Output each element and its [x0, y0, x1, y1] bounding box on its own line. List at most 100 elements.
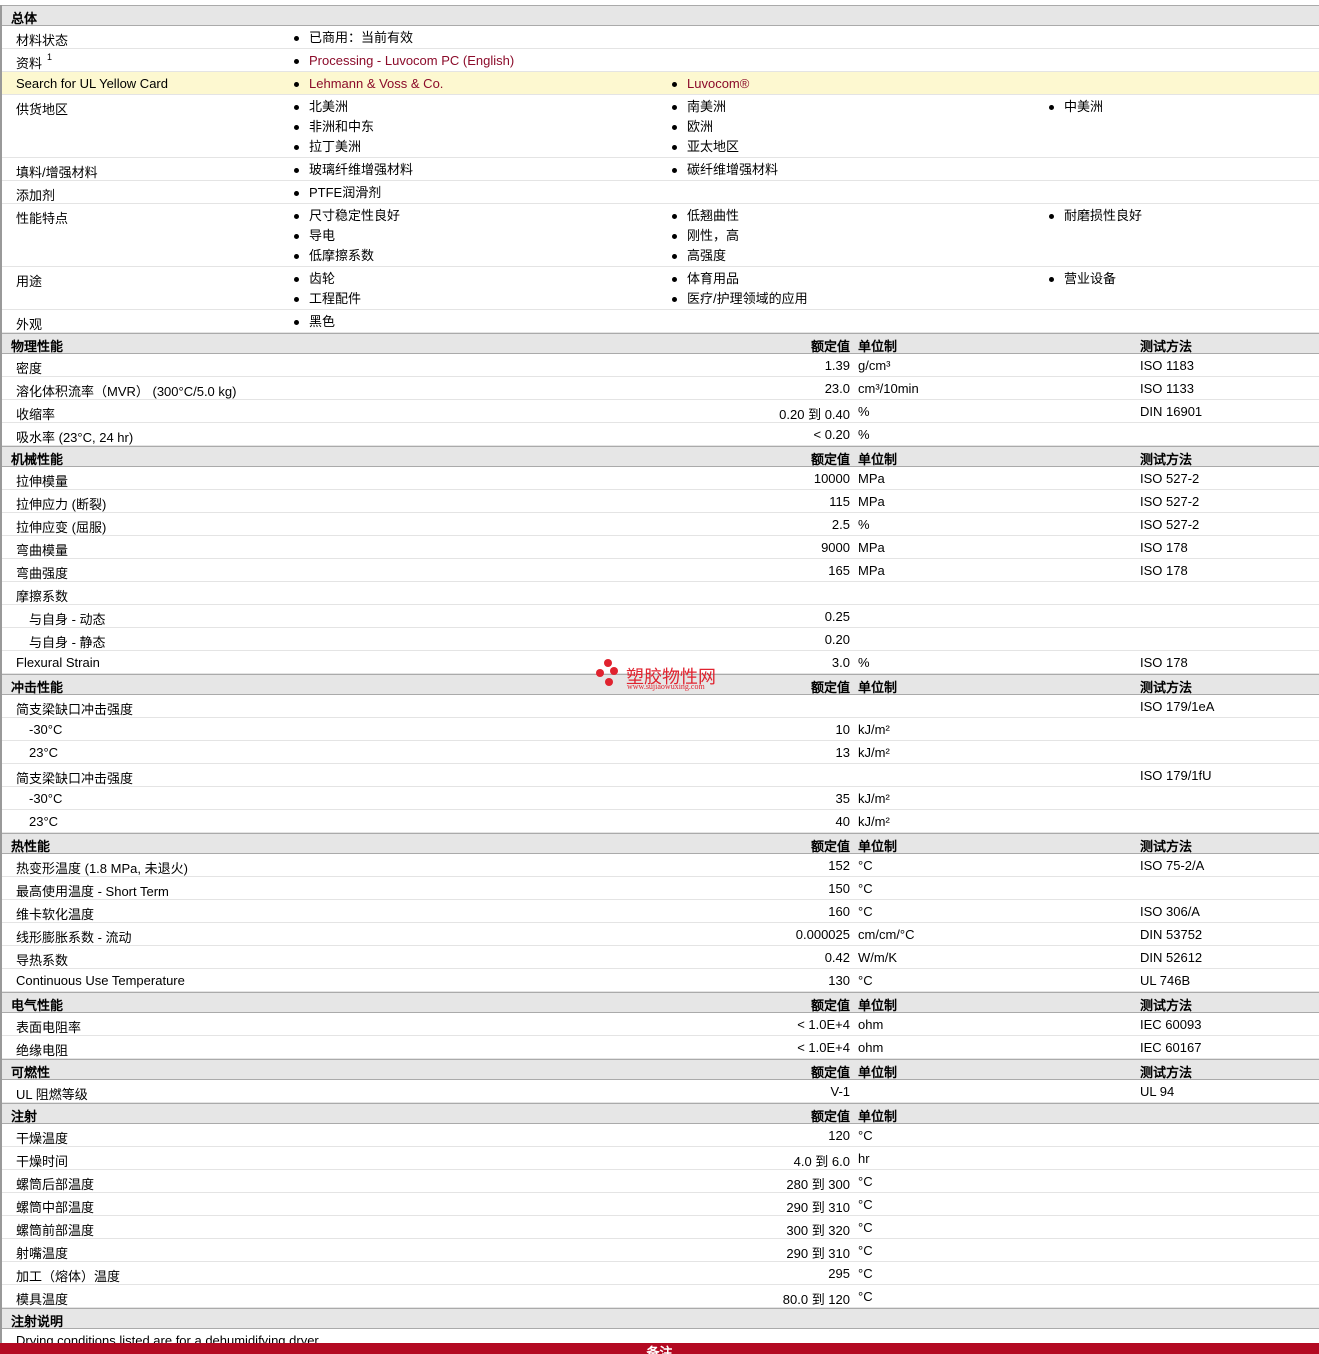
bullet-column: 体育用品 医疗/护理领域的应用 [672, 269, 808, 309]
section-header: 注射 额定值 单位制 [2, 1103, 1319, 1124]
property-value: 160 [828, 904, 850, 919]
property-row: 加工（熔体）温度 295 °C [2, 1262, 1319, 1285]
value-header: 额定值 [810, 839, 850, 854]
property-unit: % [858, 427, 870, 442]
list-item-link[interactable]: Processing - Luvocom PC (English) [294, 51, 514, 71]
property-row: 与自身 - 动态 0.25 [2, 605, 1319, 628]
property-label: 与自身 - 静态 [29, 635, 106, 650]
section-header: 物理性能 额定值 单位制 测试方法 [2, 333, 1319, 354]
property-row: 密度 1.39 g/cm³ ISO 1183 [2, 354, 1319, 377]
property-row: 射嘴温度 290 到 310 °C [2, 1239, 1319, 1262]
list-item-link[interactable]: Luvocom® [672, 74, 749, 94]
list-item: 非洲和中东 [294, 117, 374, 137]
property-row: 干燥时间 4.0 到 6.0 hr [2, 1147, 1319, 1170]
property-value: 115 [829, 494, 850, 509]
list-item: 已商用：当前有效 [294, 28, 413, 48]
property-unit: °C [858, 973, 873, 988]
property-label: 溶化体积流率（MVR） (300°C/5.0 kg) [16, 384, 237, 399]
property-label: 最高使用温度 - Short Term [16, 884, 169, 899]
bullet-column: PTFE润滑剂 [294, 183, 381, 203]
property-value: 280 到 300 [786, 1177, 850, 1192]
property-unit: °C [858, 1128, 873, 1143]
property-label: 密度 [16, 361, 43, 376]
bullet-column: 南美洲 欧洲 亚太地区 [672, 97, 739, 157]
property-unit: % [858, 655, 870, 670]
bullet-column: 碳纤维增强材料 [672, 160, 778, 180]
property-row: 弯曲模量 9000 MPa ISO 178 [2, 536, 1319, 559]
property-row: -30°C 10 kJ/m² [2, 718, 1319, 741]
unit-header: 单位制 [858, 680, 898, 695]
general-row: 性能特点 尺寸稳定性良好 导电 低摩擦系数 低翘曲性 刚性，高 高强度 耐磨损性良好 [2, 204, 1319, 267]
property-value: 0.42 [824, 950, 850, 965]
property-value: 10 [835, 722, 850, 737]
property-label: 线形膨胀系数 - 流动 [16, 930, 132, 945]
property-unit: MPa [858, 563, 885, 578]
property-row: -30°C 35 kJ/m² [2, 787, 1319, 810]
property-value: 150 [828, 881, 850, 896]
property-row: 维卡软化温度 160 °C ISO 306/A [2, 900, 1319, 923]
property-value: < 1.0E+4 [797, 1017, 850, 1032]
general-row: 外观 黑色 [2, 310, 1319, 333]
property-value: 165 [828, 563, 850, 578]
property-row: 拉伸应力 (断裂) 115 MPa ISO 527-2 [2, 490, 1319, 513]
test-method: ISO 527-2 [1140, 471, 1200, 486]
property-row: 简支梁缺口冲击强度 ISO 179/1fU [2, 764, 1319, 787]
method-header: 测试方法 [1140, 339, 1193, 354]
property-label: -30°C [29, 791, 63, 806]
section-title: 物理性能 [11, 339, 64, 354]
property-row: 线形膨胀系数 - 流动 0.000025 cm/cm/°C DIN 53752 [2, 923, 1319, 946]
row-label: 外观 [16, 317, 43, 332]
property-label: UL 阻燃等级 [16, 1087, 88, 1102]
general-row: 材料状态 已商用：当前有效 [2, 26, 1319, 49]
property-label: Continuous Use Temperature [16, 973, 185, 988]
property-unit: °C [858, 1197, 873, 1212]
property-value: < 1.0E+4 [797, 1040, 850, 1055]
bullet-column: 低翘曲性 刚性，高 高强度 [672, 206, 739, 266]
footnote-marker[interactable]: 1 [47, 52, 52, 62]
property-row: 弯曲强度 165 MPa ISO 178 [2, 559, 1319, 582]
test-method: ISO 1133 [1140, 381, 1194, 396]
method-header: 测试方法 [1140, 452, 1193, 467]
test-method: DIN 52612 [1140, 950, 1203, 965]
test-method: DIN 53752 [1140, 927, 1203, 942]
general-row: 填料/增强材料 玻璃纤维增强材料 碳纤维增强材料 [2, 158, 1319, 181]
property-label: 吸水率 (23°C, 24 hr) [16, 430, 134, 445]
list-item: 碳纤维增强材料 [672, 160, 778, 180]
property-row: 与自身 - 静态 0.20 [2, 628, 1319, 651]
property-value: 290 到 310 [786, 1200, 850, 1215]
test-method: ISO 178 [1140, 540, 1188, 555]
property-unit: kJ/m² [858, 791, 890, 806]
notes-footer-bar: 备注 [0, 1343, 1319, 1354]
property-value: V-1 [830, 1084, 850, 1099]
property-unit: ohm [858, 1017, 884, 1032]
property-value: 80.0 到 120 [782, 1292, 850, 1307]
bullet-column: 耐磨损性良好 [1049, 206, 1142, 226]
property-unit: °C [858, 1220, 873, 1235]
unit-header: 单位制 [858, 839, 898, 854]
list-item: 高强度 [672, 246, 739, 266]
property-row: 绝缘电阻 < 1.0E+4 ohm IEC 60167 [2, 1036, 1319, 1059]
property-label: 拉伸应变 (屈服) [16, 520, 107, 535]
property-unit: ohm [858, 1040, 884, 1055]
property-label: 模具温度 [16, 1292, 69, 1307]
property-label: 摩擦系数 [16, 589, 69, 604]
property-row: 拉伸模量 10000 MPa ISO 527-2 [2, 467, 1319, 490]
list-item: 低摩擦系数 [294, 246, 400, 266]
property-unit: kJ/m² [858, 814, 890, 829]
test-method: ISO 178 [1140, 655, 1188, 670]
property-row: 热变形温度 (1.8 MPa, 未退火) 152 °C ISO 75-2/A [2, 854, 1319, 877]
property-label: 弯曲强度 [16, 566, 69, 581]
datasheet-table: 总体 材料状态 已商用：当前有效 资料 1 Processing - Luvocom PC… [0, 5, 1319, 1352]
property-label: 绝缘电阻 [16, 1043, 69, 1058]
test-method: ISO 527-2 [1140, 494, 1200, 509]
property-unit: W/m/K [858, 950, 897, 965]
list-item: 北美洲 [294, 97, 374, 117]
row-label[interactable]: Search for UL Yellow Card [16, 76, 168, 91]
list-item: 医疗/护理领域的应用 [672, 289, 808, 309]
value-header: 额定值 [810, 998, 850, 1013]
property-row: 拉伸应变 (屈服) 2.5% ISO 527-2 [2, 513, 1319, 536]
list-item: 齿轮 [294, 269, 361, 289]
list-item-link[interactable]: Lehmann & Voss & Co. [294, 74, 443, 94]
method-header: 测试方法 [1140, 839, 1193, 854]
list-item: 黑色 [294, 312, 335, 332]
